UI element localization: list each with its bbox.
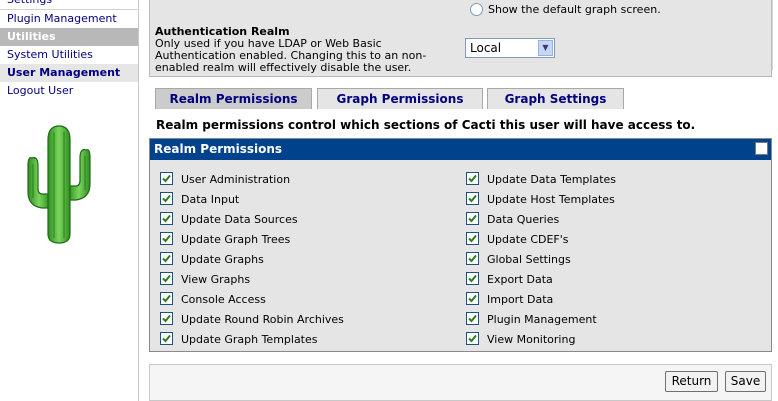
sidebar-item-plugin-management[interactable]: Plugin Management [0,10,138,28]
permission-checkbox[interactable] [466,332,479,345]
sidebar-header-utilities: Utilities [0,28,138,46]
auth-realm-select[interactable]: Local ▼ [465,38,555,58]
sidebar-item-system-utilities[interactable]: System Utilities [0,46,138,64]
tab-graph-settings[interactable]: Graph Settings [487,88,624,109]
permission-label: Export Data [487,273,553,286]
sidebar: Settings Plugin Management Utilities Sys… [0,0,139,401]
auth-settings-panel: Show the default graph screen. Authentic… [149,0,772,77]
checkmark-icon [468,334,477,343]
permission-label: Update Graphs [181,253,264,266]
checkmark-icon [162,234,171,243]
permission-checkbox[interactable] [466,212,479,225]
realm-intro-text: Realm permissions control which sections… [156,118,696,132]
permission-checkbox[interactable] [466,292,479,305]
permission-checkbox[interactable] [466,272,479,285]
chevron-down-icon[interactable]: ▼ [538,40,553,56]
permission-checkbox[interactable] [466,312,479,325]
permission-label: Global Settings [487,253,571,266]
permission-label: Update Graph Trees [181,233,291,246]
permission-checkbox[interactable] [466,192,479,205]
sidebar-item-logout-user[interactable]: Logout User [0,82,138,100]
permission-checkbox[interactable] [160,232,173,245]
checkmark-icon [468,174,477,183]
main-content: Show the default graph screen. Authentic… [146,0,778,401]
checkmark-icon [468,214,477,223]
permission-label: View Graphs [181,273,251,286]
permission-label: View Monitoring [487,333,576,346]
permission-label: Update Host Templates [487,193,615,206]
checkmark-icon [162,314,171,323]
permission-checkbox[interactable] [160,272,173,285]
checkmark-icon [468,234,477,243]
sidebar-item-user-management[interactable]: User Management [0,64,138,82]
select-all-checkbox[interactable] [755,142,768,155]
checkmark-icon [468,294,477,303]
permission-checkbox[interactable] [160,172,173,185]
permission-label: Update Graph Templates [181,333,318,346]
default-graph-label: Show the default graph screen. [488,3,661,16]
checkmark-icon [162,254,171,263]
permission-label: Import Data [487,293,554,306]
sidebar-item-settings[interactable]: Settings [0,0,138,9]
save-button[interactable]: Save [725,371,766,392]
permission-checkbox[interactable] [160,292,173,305]
tab-graph-permissions[interactable]: Graph Permissions [317,88,483,109]
permission-label: Update Round Robin Archives [181,313,344,326]
permission-label: User Administration [181,173,291,186]
checkmark-icon [468,274,477,283]
scrollbar[interactable] [772,0,778,70]
permission-checkbox[interactable] [466,252,479,265]
checkmark-icon [162,274,171,283]
auth-realm-description: Only used if you have LDAP or Web Basic … [155,37,427,74]
checkmark-icon [162,174,171,183]
auth-realm-value: Local [470,41,502,55]
checkmark-icon [162,294,171,303]
permission-label: Update CDEF's [487,233,569,246]
permission-checkbox[interactable] [160,312,173,325]
permission-checkbox[interactable] [160,252,173,265]
realm-permissions-panel: Realm Permissions User Administration Dat… [149,138,772,352]
checkmark-icon [162,214,171,223]
permission-label: Plugin Management [487,313,597,326]
permission-label: Data Queries [487,213,560,226]
checkmark-icon [162,194,171,203]
permission-label: Update Data Sources [181,213,298,226]
permission-checkbox[interactable] [160,192,173,205]
permission-checkbox[interactable] [160,212,173,225]
checkmark-icon [468,194,477,203]
realm-permissions-title: Realm Permissions [154,142,283,156]
checkmark-icon [468,314,477,323]
tab-realm-permissions[interactable]: Realm Permissions [155,88,312,109]
checkmark-icon [162,334,171,343]
realm-permissions-header: Realm Permissions [150,139,771,160]
permission-checkbox[interactable] [466,172,479,185]
permission-label: Update Data Templates [487,173,617,186]
checkmark-icon [468,254,477,263]
cactus-logo-icon [27,125,91,244]
permission-checkbox[interactable] [466,232,479,245]
default-graph-radio[interactable] [470,3,483,16]
return-button[interactable]: Return [665,371,718,392]
form-footer: Return Save [149,364,772,401]
permission-label: Data Input [181,193,240,206]
permission-label: Console Access [181,293,266,306]
permission-checkbox[interactable] [160,332,173,345]
